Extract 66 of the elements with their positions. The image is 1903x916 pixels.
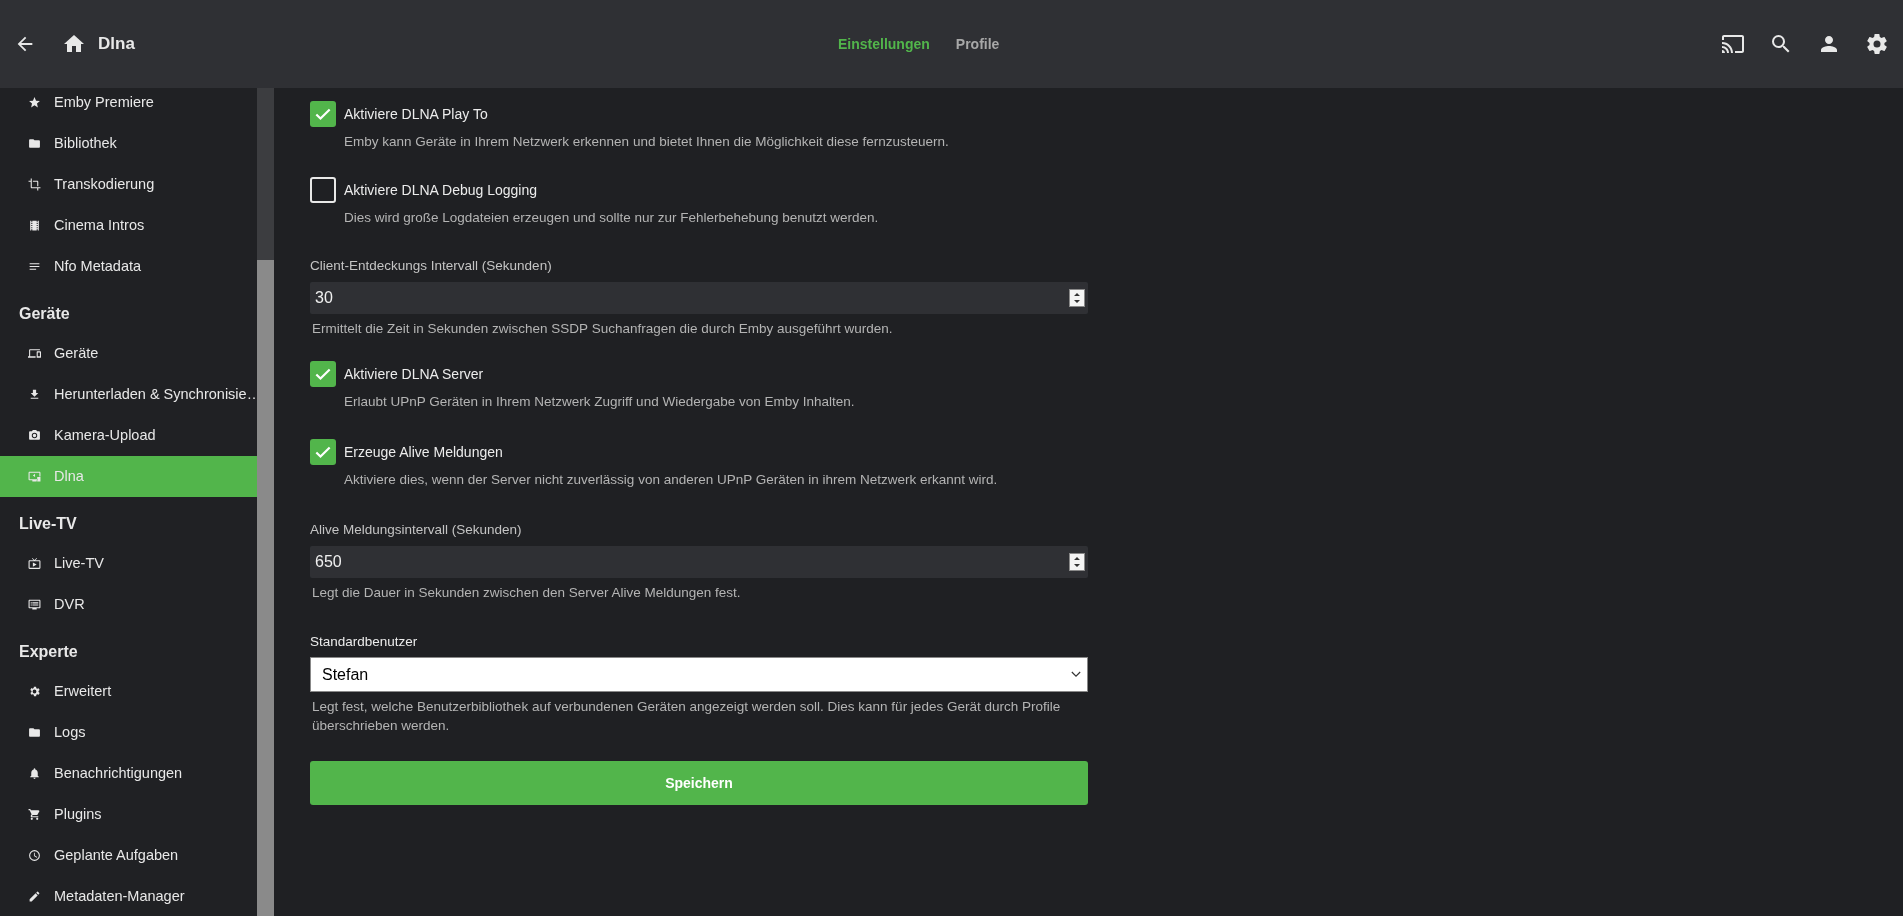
checkbox[interactable] — [310, 177, 336, 203]
checkbox-label: Aktiviere DLNA Debug Logging — [344, 180, 537, 200]
folder-icon — [28, 726, 41, 739]
checkbox-label: Aktiviere DLNA Play To — [344, 104, 488, 124]
field-label: Client-Entdeckungs Intervall (Sekunden) — [310, 257, 553, 275]
sidebar-item[interactable]: Live-TV — [0, 543, 257, 584]
sidebar-item[interactable]: Geplante Aufgaben — [0, 835, 257, 876]
user-dropdown[interactable]: Stefan — [310, 657, 1088, 692]
camera-icon — [28, 429, 41, 442]
film-icon — [28, 219, 41, 232]
tab[interactable]: Profile — [947, 34, 1008, 55]
cart-icon — [28, 808, 41, 821]
folder-icon — [28, 137, 41, 150]
sidebar-item[interactable]: Cinema Intros — [0, 205, 257, 246]
sidebar-item[interactable]: Emby Premiere — [0, 88, 257, 123]
spinner-icon[interactable] — [1069, 553, 1085, 571]
sidebar-item[interactable]: Herunterladen & Synchronisie… — [0, 374, 257, 415]
number-field[interactable]: 650 — [310, 546, 1088, 578]
field-label: Alive Meldungsintervall (Sekunden) — [310, 521, 523, 539]
sidebar-item[interactable]: Nfo Metadata — [0, 246, 257, 287]
clock-icon — [28, 849, 41, 862]
sidebar-heading: Geräte — [18, 304, 71, 324]
number-field[interactable]: 30 — [310, 282, 1088, 314]
spinner-icon[interactable] — [1069, 289, 1085, 307]
checkbox[interactable] — [310, 361, 336, 387]
sidebar-item[interactable]: Geräte — [0, 333, 257, 374]
cast-button[interactable] — [1721, 32, 1745, 56]
download-icon — [28, 388, 41, 401]
sidebar-item[interactable]: Transkodierung — [0, 164, 257, 205]
lines-icon — [28, 260, 41, 273]
crop-icon — [28, 178, 41, 191]
list-screen-icon — [28, 598, 41, 611]
sidebar-item[interactable]: Plugins — [0, 794, 257, 835]
chevron-down-icon — [1071, 671, 1081, 678]
star-icon — [28, 96, 41, 109]
field-description: Legt fest, welche Benutzerbibliothek auf verbundenen Geräten angezeigt werden soll. Dies kann für jedes Gerät durch Profile überschrieben werden. — [312, 698, 1062, 735]
checkbox-label: Aktiviere DLNA Server — [344, 364, 484, 384]
page-title: Dlna — [98, 33, 135, 56]
tab[interactable]: Einstellungen — [830, 34, 938, 55]
devices-icon — [28, 347, 41, 360]
field-description: Erlaubt UPnP Geräten in Ihrem Netzwerk Zugriff und Wiedergabe von Emby Inhalten. — [344, 393, 856, 411]
sidebar-item[interactable]: Benachrichtigungen — [0, 753, 257, 794]
checkbox[interactable] — [310, 101, 336, 127]
gear-icon — [28, 685, 41, 698]
field-description: Ermittelt die Zeit in Sekunden zwischen SSDP Suchanfragen die durch Emby ausgeführt wurden. — [312, 320, 894, 338]
settings-button[interactable] — [1865, 32, 1889, 56]
sidebar-item[interactable]: Erweitert — [0, 671, 257, 712]
scrollbar-thumb[interactable] — [257, 260, 274, 916]
sidebar-item[interactable]: Logs — [0, 712, 257, 753]
sidebar-heading: Experte — [18, 642, 79, 662]
field-description: Dies wird große Logdateien erzeugen und sollte nur zur Fehlerbehebung benutzt werden. — [344, 209, 880, 227]
checkbox[interactable] — [310, 439, 336, 465]
sidebar-heading: Live-TV — [18, 514, 78, 534]
pencil-icon — [28, 890, 41, 903]
field-description: Aktiviere dies, wenn der Server nicht zuverlässig von anderen UPnP Geräten in ihrem Netzwerk erkannt wird. — [344, 471, 999, 489]
sidebar-item[interactable]: Metadaten-Manager — [0, 876, 257, 916]
field-label: Standardbenutzer — [310, 633, 419, 651]
sidebar-item[interactable]: Kamera-Upload — [0, 415, 257, 456]
tv-icon — [28, 557, 41, 570]
field-description: Emby kann Geräte in Ihrem Netzwerk erkennen und bietet Ihnen die Möglichkeit diese fernzusteuern. — [344, 133, 950, 151]
sidebar-item[interactable]: Bibliothek — [0, 123, 257, 164]
field-description: Legt die Dauer in Sekunden zwischen den Server Alive Meldungen fest. — [312, 584, 742, 602]
bell-icon — [28, 767, 41, 780]
sidebar-item[interactable]: DVR — [0, 584, 257, 625]
checkbox-label: Erzeuge Alive Meldungen — [344, 442, 503, 462]
monitor-icon — [28, 470, 41, 483]
